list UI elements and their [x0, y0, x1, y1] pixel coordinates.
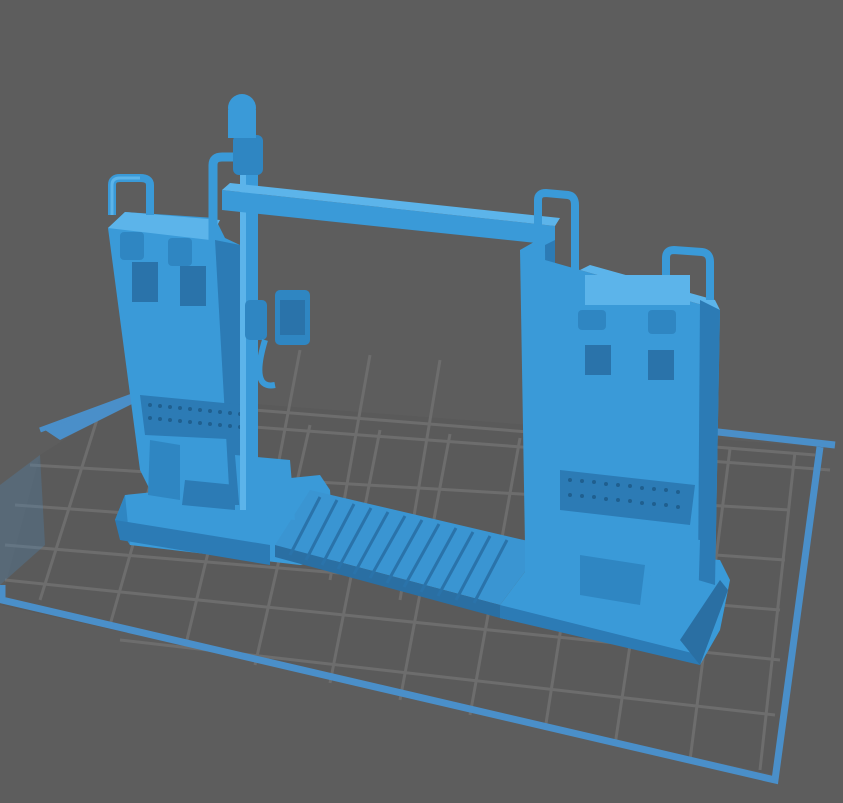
3d-viewport[interactable]: [0, 0, 843, 803]
scene: [0, 94, 836, 785]
control-box: [275, 290, 310, 345]
top-beam: [222, 183, 560, 245]
